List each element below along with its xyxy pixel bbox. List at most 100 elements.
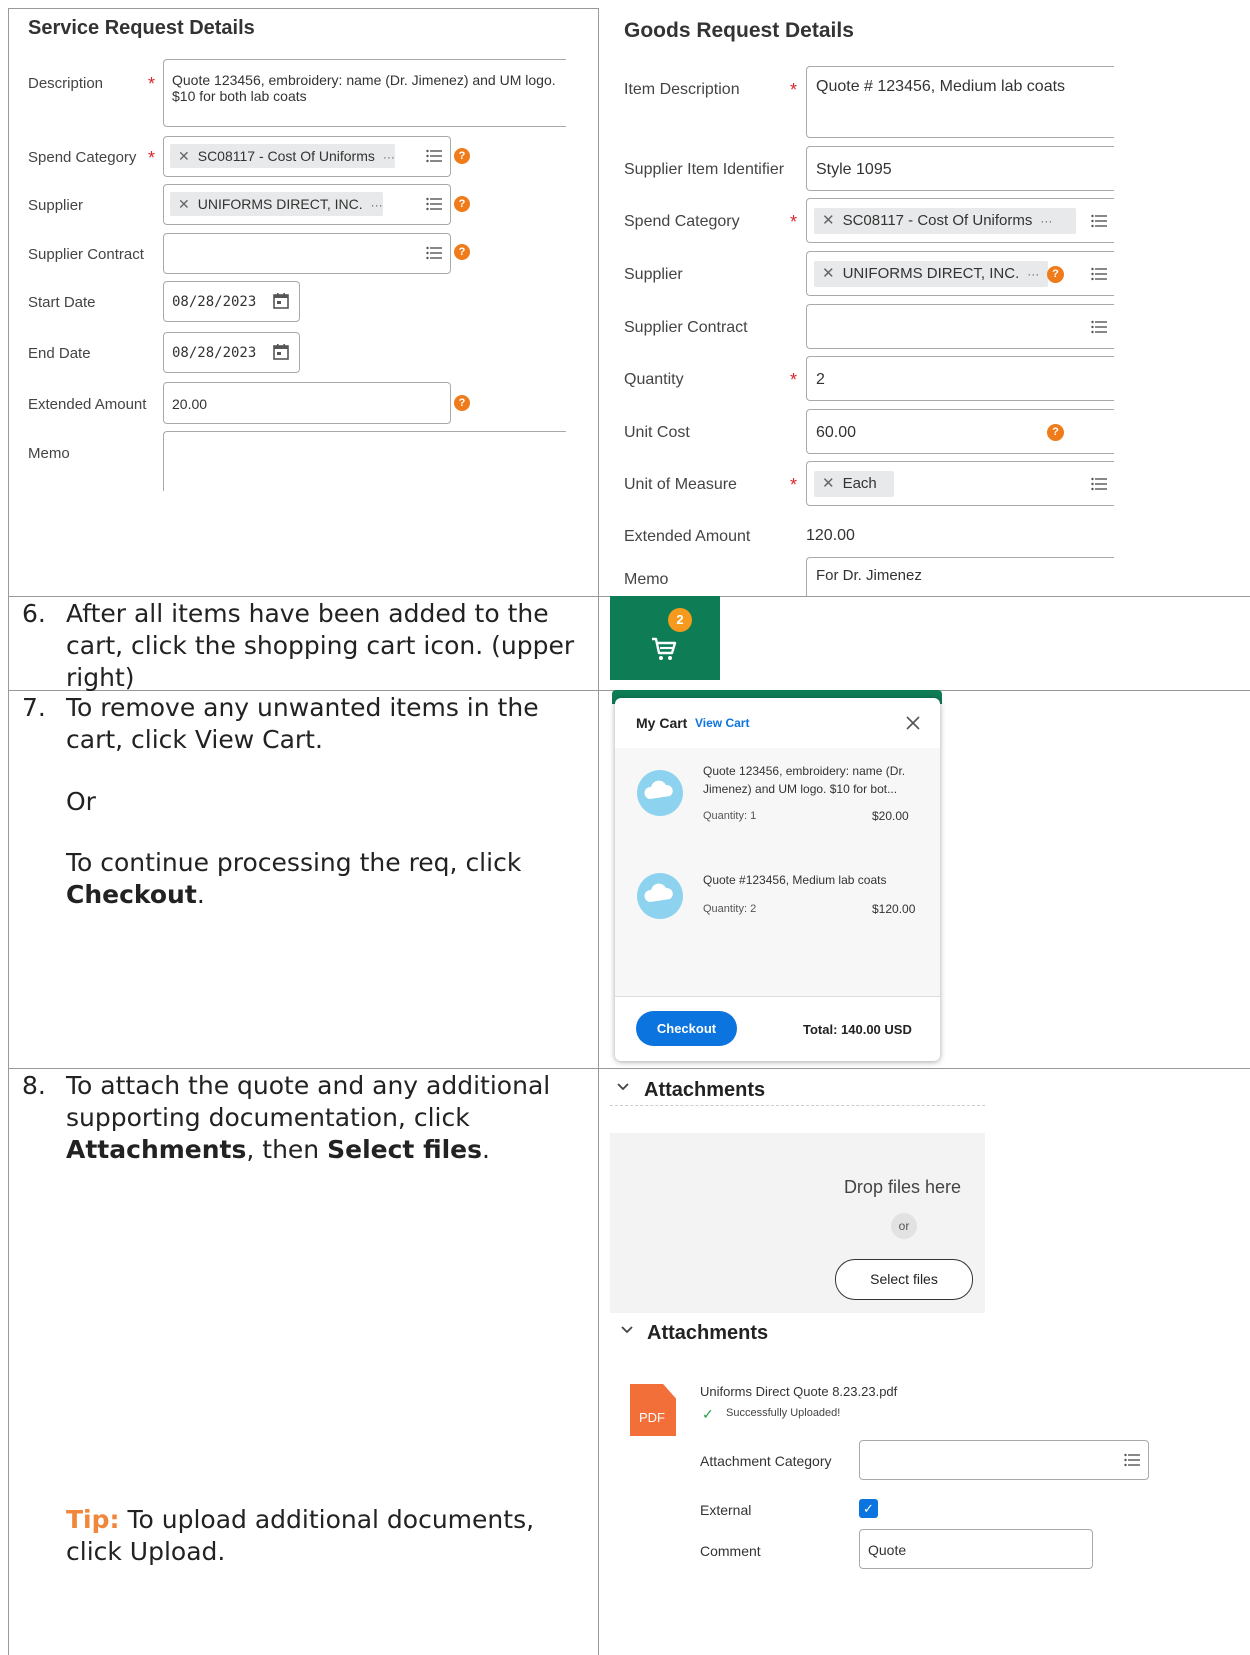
calendar-icon[interactable] [272, 343, 290, 361]
spend-category-pill[interactable]: ✕ SC08117 - Cost Of Uniforms ··· [170, 144, 395, 168]
table-border [8, 8, 598, 9]
remove-icon: ✕ [822, 475, 835, 492]
required-marker: * [790, 80, 798, 100]
step-text: To remove any unwanted items in the cart… [66, 693, 539, 754]
attachments-header[interactable]: Attachments [647, 1322, 768, 1345]
item-description-field[interactable]: Quote # 123456, Medium lab coats [806, 66, 1114, 138]
cart-item-price: $120.00 [872, 902, 916, 916]
quantity-field[interactable]: 2 [806, 356, 1114, 401]
tip-label: Tip: [66, 1505, 120, 1534]
list-icon[interactable] [1124, 1453, 1140, 1467]
divider [610, 1105, 985, 1106]
supplier-contract-field[interactable] [163, 233, 451, 274]
table-border [8, 8, 9, 1655]
supplier-value: UNIFORMS DIRECT, INC. [842, 265, 1020, 282]
item-thumbnail [637, 770, 683, 816]
supplier-item-identifier-label: Supplier Item Identifier [624, 161, 785, 178]
comment-field[interactable]: Quote [859, 1529, 1093, 1569]
drop-zone[interactable]: Drop files here or Select files [610, 1133, 985, 1313]
memo-field[interactable]: For Dr. Jimenez [806, 557, 1114, 596]
supplier-label: Supplier [624, 266, 683, 283]
description-field[interactable]: Quote 123456, embroidery: name (Dr. Jime… [163, 59, 566, 127]
tip-body: To upload additional documents, click Up… [66, 1505, 535, 1566]
extended-amount-value: 120.00 [806, 527, 855, 544]
list-icon[interactable] [1091, 214, 1107, 228]
cart-item-quantity: Quantity: 2 [703, 903, 757, 915]
supplier-pill[interactable]: ✕ UNIFORMS DIRECT, INC. ··· [814, 261, 1048, 287]
comment-value: Quote [868, 1542, 907, 1558]
cloud-icon [644, 780, 673, 799]
supplier-field[interactable]: ✕ UNIFORMS DIRECT, INC. ··· ? [806, 251, 1114, 296]
end-date-field[interactable]: 08/28/2023 [163, 332, 300, 373]
attachments-header[interactable]: Attachments [644, 1079, 765, 1102]
supplier-contract-field[interactable] [806, 304, 1114, 349]
memo-value: For Dr. Jimenez [816, 567, 922, 584]
step-bold-checkout: Checkout [66, 880, 197, 909]
external-label: External [700, 1502, 752, 1518]
quantity-label: Quantity [624, 371, 684, 388]
unit-of-measure-field[interactable]: ✕ Each [806, 461, 1114, 506]
list-icon[interactable] [426, 197, 442, 211]
help-icon[interactable]: ? [454, 395, 470, 411]
extended-amount-field[interactable]: 20.00 [163, 382, 451, 424]
comment-label: Comment [700, 1543, 761, 1559]
help-icon[interactable]: ? [1047, 424, 1064, 441]
step-punct: . [196, 880, 205, 909]
shopping-cart-icon [652, 637, 677, 660]
cart-title: My Cart [636, 715, 688, 731]
start-date-field[interactable]: 08/28/2023 [163, 281, 300, 322]
list-icon[interactable] [1091, 320, 1107, 334]
spend-category-field[interactable]: ✕ SC08117 - Cost Of Uniforms ··· [806, 198, 1114, 243]
cloud-icon [644, 883, 673, 902]
attachment-category-field[interactable] [859, 1440, 1149, 1480]
view-cart-link[interactable]: View Cart [695, 716, 749, 730]
checkout-button[interactable]: Checkout [636, 1011, 737, 1046]
extended-amount-label: Extended Amount [624, 528, 751, 545]
list-icon[interactable] [1091, 267, 1107, 281]
attachment-filename[interactable]: Uniforms Direct Quote 8.23.23.pdf [700, 1384, 897, 1399]
shopping-cart-button[interactable]: 2 [610, 596, 720, 680]
spend-category-field[interactable]: ✕ SC08117 - Cost Of Uniforms ··· [163, 136, 451, 177]
required-marker: * [790, 212, 798, 232]
step-text-part: To attach the quote and any additional s… [66, 1071, 551, 1132]
list-icon[interactable] [1091, 477, 1107, 491]
supplier-item-identifier-field[interactable]: Style 1095 [806, 146, 1114, 191]
memo-field[interactable] [163, 431, 566, 491]
upload-status: Successfully Uploaded! [726, 1407, 841, 1419]
divider [615, 996, 940, 997]
unit-cost-field[interactable]: 60.00 ? [806, 409, 1114, 454]
help-icon[interactable]: ? [454, 244, 470, 260]
cart-item-name-line: Jimenez) and UM logo. $10 for bot... [703, 782, 898, 796]
required-marker: * [148, 148, 156, 168]
required-marker: * [790, 370, 798, 390]
select-files-button[interactable]: Select files [835, 1259, 973, 1300]
step-bold-select-files: Select files [327, 1135, 483, 1164]
spend-category-label: Spend Category [624, 213, 740, 230]
supplier-pill[interactable]: ✕ UNIFORMS DIRECT, INC. ··· [170, 192, 383, 216]
table-border [8, 1068, 1250, 1069]
chevron-down-icon[interactable] [620, 1325, 634, 1335]
supplier-value: UNIFORMS DIRECT, INC. [197, 196, 363, 212]
step-punct: . [482, 1135, 490, 1164]
chevron-down-icon[interactable] [616, 1082, 630, 1092]
spend-category-value: SC08117 - Cost Of Uniforms [197, 148, 375, 164]
close-icon[interactable] [905, 715, 921, 731]
cart-item-name: Quote 123456, embroidery: name (Dr. Jimen… [703, 762, 928, 798]
spend-category-value: SC08117 - Cost Of Uniforms [842, 212, 1033, 229]
cart-item-quantity: Quantity: 1 [703, 810, 757, 822]
supplier-field[interactable]: ✕ UNIFORMS DIRECT, INC. ··· [163, 184, 451, 225]
help-icon[interactable]: ? [454, 196, 470, 212]
calendar-icon[interactable] [272, 292, 290, 310]
spend-category-pill[interactable]: ✕ SC08117 - Cost Of Uniforms ··· [814, 208, 1076, 234]
unit-cost-value: 60.00 [816, 424, 857, 441]
step-text: To attach the quote and any additional s… [66, 1070, 576, 1166]
list-icon[interactable] [426, 246, 442, 260]
list-icon[interactable] [426, 149, 442, 163]
unit-of-measure-pill[interactable]: ✕ Each [814, 471, 894, 497]
pdf-label: PDF [639, 1410, 665, 1425]
external-checkbox[interactable]: ✓ [859, 1499, 878, 1518]
help-icon[interactable]: ? [1047, 266, 1064, 283]
help-icon[interactable]: ? [454, 148, 470, 164]
attachment-category-label: Attachment Category [700, 1453, 832, 1469]
cart-item-name-line: Quote 123456, embroidery: name (Dr. [703, 764, 906, 778]
